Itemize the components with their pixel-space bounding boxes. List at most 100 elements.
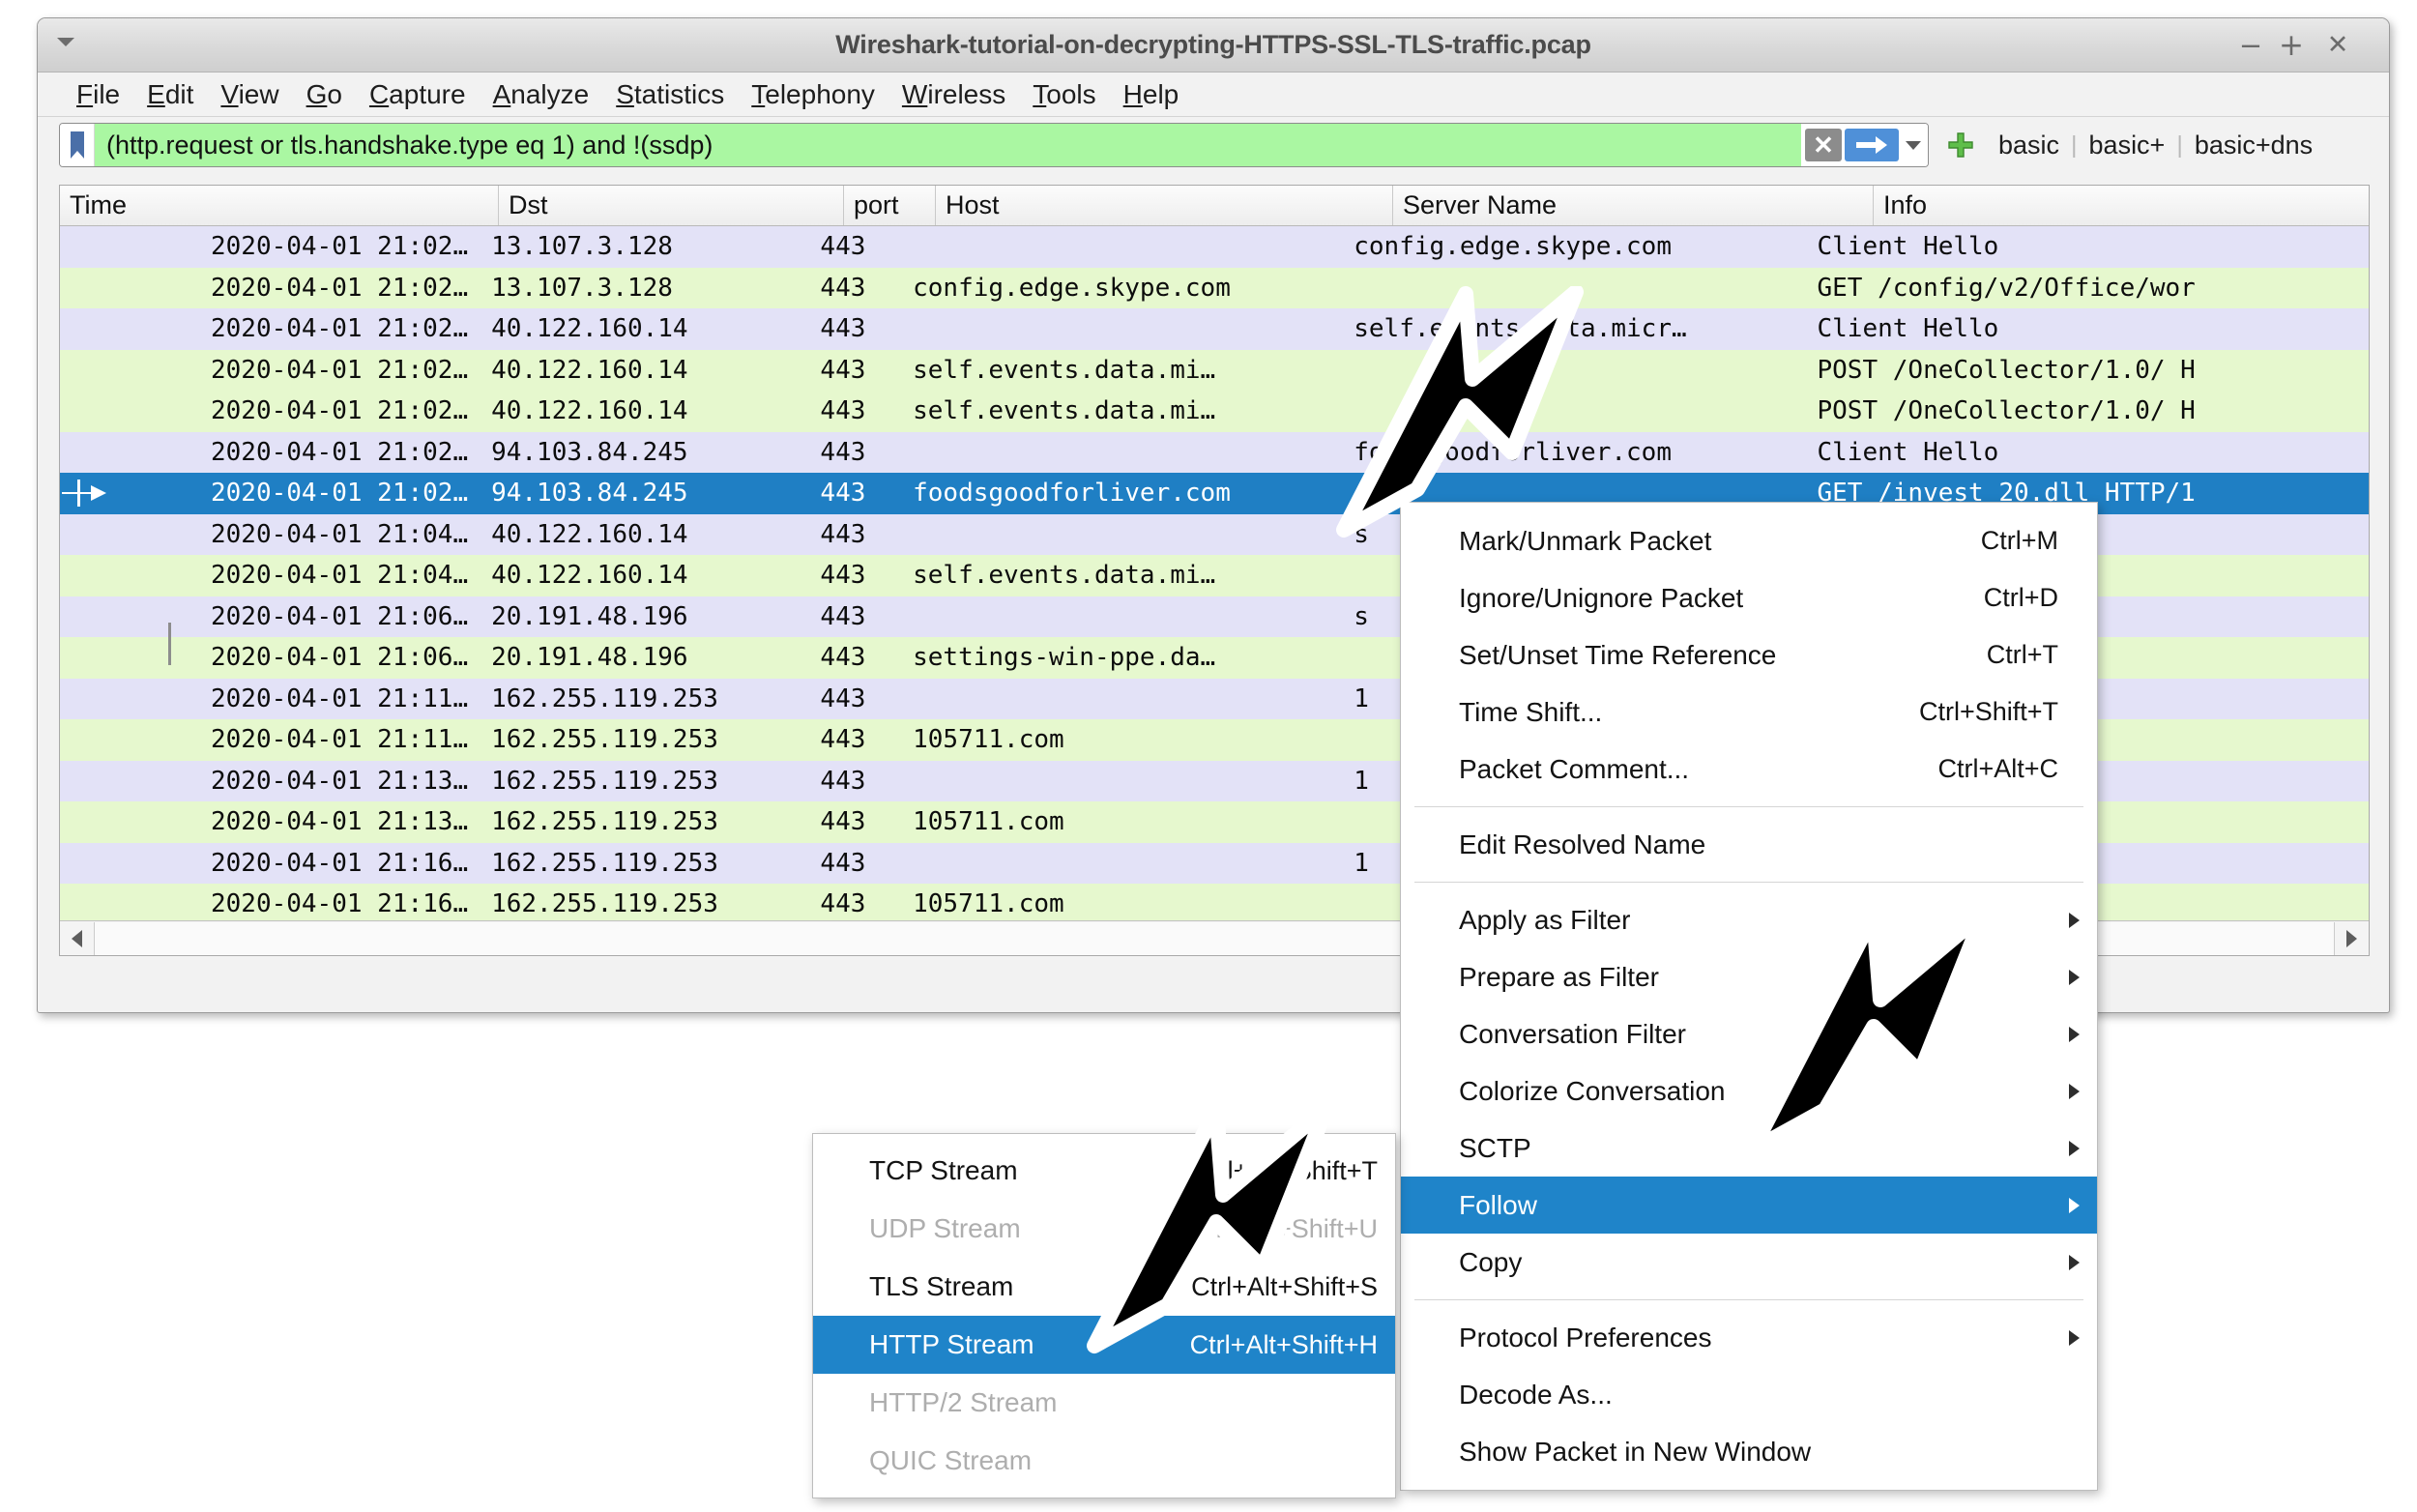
menu-view[interactable]: View [207, 79, 292, 110]
menu-file[interactable]: File [63, 79, 133, 110]
submenu-item-shortcut: Ctrl+Alt+Shift+S [1191, 1271, 1378, 1301]
submenu-item-label: TLS Stream [869, 1271, 1014, 1301]
cell-server-name: foodsgoodforliver.com [1354, 437, 1672, 467]
menu-item-shortcut: Ctrl+T [1986, 640, 2058, 669]
column-header-host[interactable]: Host [936, 186, 1393, 225]
cell-dst: 162.255.119.253 [491, 807, 718, 837]
display-filter-input-wrapper[interactable]: (http.request or tls.handshake.type eq 1… [59, 123, 1929, 167]
menu-edit[interactable]: Edit [133, 79, 207, 110]
packet-context-menu[interactable]: Mark/Unmark Packet Ctrl+M Ignore/Unignore … [1400, 502, 2098, 1491]
cell-host: 105711.com [913, 807, 1064, 837]
table-row[interactable]: 2020-04-01 21:02… 13.107.3.128 443 config.e… [60, 226, 2369, 268]
display-filter-input[interactable]: (http.request or tls.handshake.type eq 1… [95, 124, 1801, 166]
table-row[interactable]: 2020-04-01 21:02… 94.103.84.245 443 foodsgo… [60, 431, 2369, 473]
cell-port: 443 [820, 396, 866, 426]
cell-time: 2020-04-01 21:11… [210, 725, 469, 755]
context-menu-item-prepare-as-filter[interactable]: Prepare as Filter [1401, 948, 2097, 1005]
filter-preset-basic[interactable]: basic [1991, 131, 2067, 160]
menu-telephony[interactable]: Telephony [738, 79, 888, 110]
table-row[interactable]: 2020-04-01 21:02… 13.107.3.128 443 config.e… [60, 267, 2369, 308]
chevron-right-icon [2069, 1083, 2080, 1099]
cell-dst: 20.191.48.196 [491, 601, 688, 631]
column-header-dst[interactable]: Dst [499, 186, 844, 225]
cell-time: 2020-04-01 21:02… [210, 232, 469, 262]
column-header-info[interactable]: Info [1874, 186, 2369, 225]
context-menu-item-mark-unmark-packet[interactable]: Mark/Unmark Packet Ctrl+M [1401, 512, 2097, 569]
context-menu-item-set-unset-time-reference[interactable]: Set/Unset Time Reference Ctrl+T [1401, 626, 2097, 683]
follow-submenu[interactable]: TCP Stream Ctrl+Alt+Shift+T UDP Stream Ctrl… [812, 1133, 1396, 1498]
submenu-item-label: QUIC Stream [869, 1445, 1033, 1475]
cell-dst: 162.255.119.253 [491, 725, 718, 755]
maximize-button[interactable]: + [2275, 31, 2308, 61]
apply-filter-button[interactable] [1845, 129, 1899, 161]
filter-history-dropdown[interactable] [1899, 124, 1928, 166]
chevron-right-icon[interactable] [2334, 921, 2369, 955]
cell-dst: 162.255.119.253 [491, 766, 718, 796]
chevron-right-icon [2069, 1197, 2080, 1213]
chevron-right-icon [2069, 912, 2080, 928]
follow-submenu-item-udp-stream: UDP Stream Ctrl+Alt+Shift+U [813, 1200, 1395, 1258]
menu-item-label: Packet Comment... [1459, 753, 1690, 784]
context-menu-item-packet-comment[interactable]: Packet Comment... Ctrl+Alt+C [1401, 741, 2097, 798]
column-header-port[interactable]: port [844, 186, 936, 225]
cell-time: 2020-04-01 21:04… [210, 519, 469, 549]
cell-host: config.edge.skype.com [913, 273, 1231, 303]
context-menu-item-follow[interactable]: Follow [1401, 1177, 2097, 1234]
menu-item-shortcut: Ctrl+D [1983, 583, 2058, 612]
menu-go[interactable]: Go [293, 79, 356, 110]
context-menu-item-protocol-preferences[interactable]: Protocol Preferences [1401, 1309, 2097, 1366]
context-menu-item-show-packet-in-new-window[interactable]: Show Packet in New Window [1401, 1423, 2097, 1480]
menu-capture[interactable]: Capture [356, 79, 480, 110]
cell-time: 2020-04-01 21:04… [210, 561, 469, 591]
cell-dst: 13.107.3.128 [491, 273, 673, 303]
context-menu-item-time-shift[interactable]: Time Shift... Ctrl+Shift+T [1401, 683, 2097, 741]
cell-dst: 162.255.119.253 [491, 848, 718, 878]
close-button[interactable]: ✕ [2321, 32, 2354, 61]
menu-item-shortcut: Ctrl+Alt+C [1937, 754, 2058, 783]
column-header-time[interactable]: Time [60, 186, 499, 225]
plus-icon[interactable] [1946, 131, 1975, 160]
minimize-button[interactable]: − [2234, 32, 2267, 61]
bookmark-icon[interactable] [60, 124, 95, 166]
table-row[interactable]: 2020-04-01 21:02… 40.122.160.14 443 self.ev… [60, 349, 2369, 391]
filter-preset-basic-plus[interactable]: basic+ [2082, 131, 2173, 160]
follow-submenu-item-tls-stream[interactable]: TLS Stream Ctrl+Alt+Shift+S [813, 1258, 1395, 1316]
context-menu-item-sctp[interactable]: SCTP [1401, 1119, 2097, 1177]
table-row[interactable]: 2020-04-01 21:02… 40.122.160.14 443 self.ev… [60, 308, 2369, 350]
menu-help[interactable]: Help [1110, 79, 1193, 110]
cell-dst: 40.122.160.14 [491, 561, 688, 591]
follow-submenu-item-http-stream[interactable]: HTTP Stream Ctrl+Alt+Shift+H [813, 1316, 1395, 1374]
cell-port: 443 [820, 725, 866, 755]
context-menu-item-decode-as[interactable]: Decode As... [1401, 1366, 2097, 1423]
menu-wireless[interactable]: Wireless [888, 79, 1019, 110]
chevron-left-icon[interactable] [60, 921, 95, 955]
menu-separator [1414, 1299, 2083, 1300]
menu-item-label: SCTP [1459, 1132, 1531, 1163]
cell-port: 443 [820, 683, 866, 713]
context-menu-item-ignore-unignore-packet[interactable]: Ignore/Unignore Packet Ctrl+D [1401, 569, 2097, 626]
submenu-item-shortcut: Ctrl+Alt+Shift+U [1189, 1213, 1378, 1243]
cell-time: 2020-04-01 21:13… [210, 807, 469, 837]
context-menu-item-edit-resolved-name[interactable]: Edit Resolved Name [1401, 816, 2097, 873]
table-row[interactable]: 2020-04-01 21:02… 40.122.160.14 443 self.ev… [60, 391, 2369, 432]
cell-info: POST /OneCollector/1.0/ H [1817, 355, 2196, 385]
menu-analyze[interactable]: Analyze [480, 79, 603, 110]
cell-time: 2020-04-01 21:06… [210, 601, 469, 631]
context-menu-item-colorize-conversation[interactable]: Colorize Conversation [1401, 1062, 2097, 1119]
context-menu-item-apply-as-filter[interactable]: Apply as Filter [1401, 891, 2097, 948]
context-menu-item-copy[interactable]: Copy [1401, 1234, 2097, 1291]
filter-preset-basic-dns[interactable]: basic+dns [2187, 131, 2320, 160]
cell-host: self.events.data.mi… [913, 561, 1216, 591]
cell-server-name: config.edge.skype.com [1354, 232, 1672, 262]
menu-item-label: Conversation Filter [1459, 1018, 1686, 1049]
cell-dst: 94.103.84.245 [491, 479, 688, 509]
column-header-server-name[interactable]: Server Name [1393, 186, 1874, 225]
context-menu-item-conversation-filter[interactable]: Conversation Filter [1401, 1005, 2097, 1062]
preset-separator-1: | [2071, 131, 2078, 159]
menu-tools[interactable]: Tools [1019, 79, 1109, 110]
display-filter-toolbar: (http.request or tls.handshake.type eq 1… [38, 117, 2389, 173]
follow-submenu-item-tcp-stream[interactable]: TCP Stream Ctrl+Alt+Shift+T [813, 1142, 1395, 1200]
cell-time: 2020-04-01 21:02… [210, 396, 469, 426]
menu-statistics[interactable]: Statistics [602, 79, 738, 110]
clear-filter-button[interactable]: ✕ [1805, 129, 1842, 161]
